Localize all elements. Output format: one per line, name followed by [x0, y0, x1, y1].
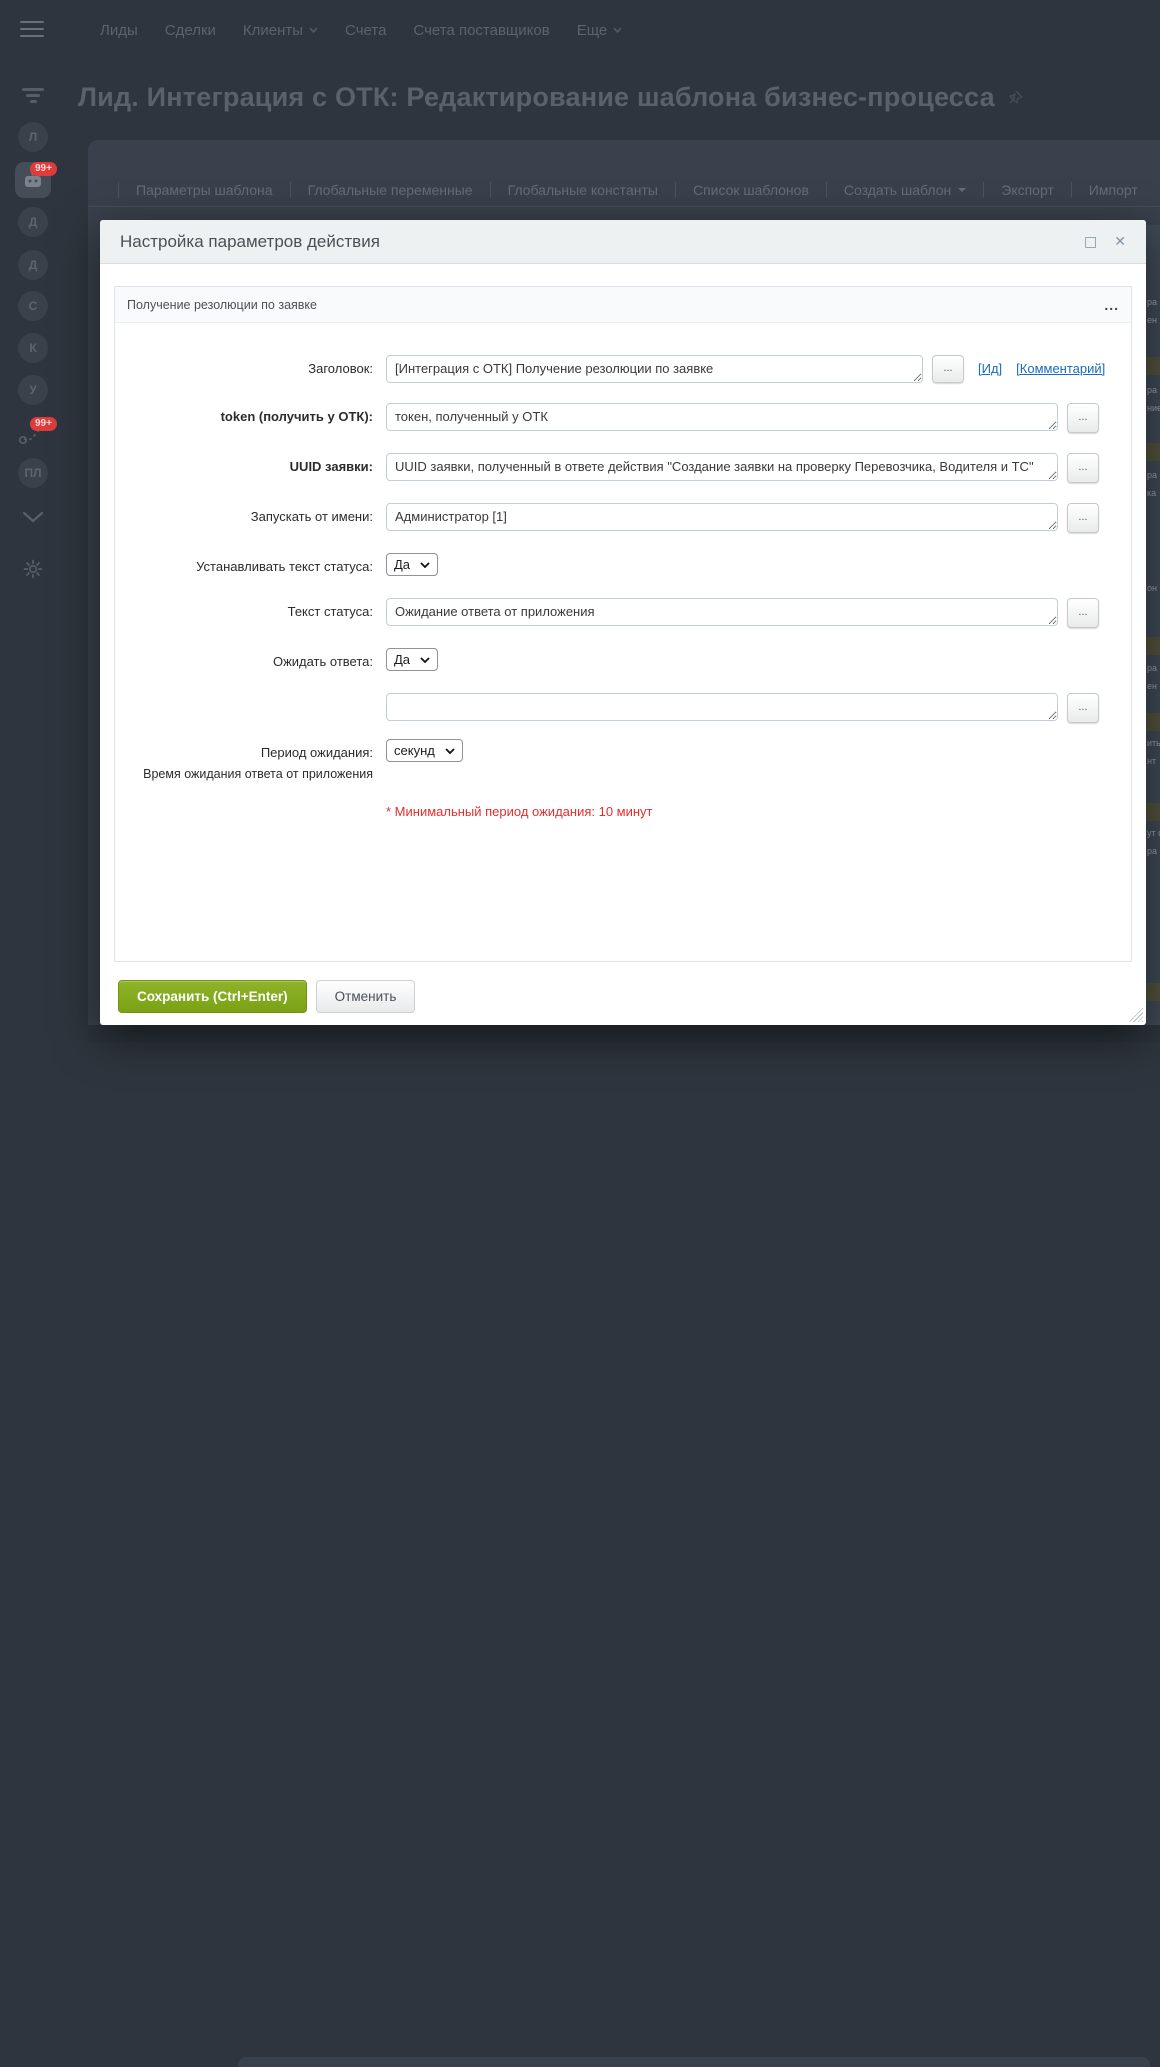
field-label-empty	[115, 693, 373, 699]
sidebar-avatar[interactable]: Д	[18, 207, 48, 237]
more-options-icon[interactable]: ...	[1104, 298, 1119, 312]
tab-export[interactable]: Экспорт	[983, 181, 1071, 198]
value-picker-button[interactable]: ...	[1067, 693, 1099, 723]
chevron-down-icon	[309, 27, 318, 33]
action-form: Заголовок: [Интеграция с ОТК] Получение …	[115, 323, 1131, 819]
crm-funnel-icon[interactable]	[22, 88, 44, 106]
page-title: Лид. Интеграция с ОТК: Редактирование ша…	[78, 82, 1100, 113]
field-label: Устанавливать текст статуса:	[196, 559, 373, 574]
title-input[interactable]: [Интеграция с ОТК] Получение резолюции п…	[386, 355, 923, 383]
form-row-token: token (получить у ОТК): токен, полученны…	[115, 403, 1131, 433]
form-row-wait-value: ...	[115, 693, 1131, 723]
notification-badge: 99+	[30, 162, 57, 176]
cancel-button[interactable]: Отменить	[315, 980, 416, 1013]
dialog-header: Настройка параметров действия □ ✕	[100, 220, 1146, 264]
close-icon[interactable]: ✕	[1114, 235, 1126, 249]
form-row-wait-reply: Ожидать ответа: Да	[115, 648, 1131, 671]
topnav-item-more[interactable]: Еще	[577, 22, 623, 39]
tab-template-list[interactable]: Список шаблонов	[674, 181, 826, 198]
chevron-down-icon	[958, 187, 967, 192]
field-sublabel: Время ожидания ответа от приложения	[143, 766, 373, 781]
tab-global-constants[interactable]: Глобальные константы	[489, 181, 675, 198]
action-section-header: Получение резолюции по заявке ...	[115, 287, 1131, 323]
form-row-run-as: Запускать от имени: Администратор [1] ..…	[115, 503, 1131, 533]
field-label: Ожидать ответа:	[272, 654, 373, 669]
notification-badge: 99+	[30, 417, 57, 431]
form-row-title: Заголовок: [Интеграция с ОТК] Получение …	[115, 355, 1131, 383]
dialog-footer: Сохранить (Ctrl+Enter) Отменить	[118, 980, 416, 1013]
chevron-down-icon	[613, 27, 622, 33]
token-input[interactable]: токен, полученный у ОТК	[386, 403, 1058, 431]
tab-create-template[interactable]: Создать шаблон	[825, 181, 983, 198]
dialog-title: Настройка параметров действия	[120, 231, 380, 251]
value-picker-button[interactable]: ...	[1067, 453, 1099, 483]
template-editor-tabs: Параметры шаблона Глобальные переменные …	[88, 173, 1160, 207]
action-settings-dialog: Настройка параметров действия □ ✕ Получе…	[100, 220, 1146, 1025]
field-label: Заголовок:	[308, 361, 373, 376]
form-row-status-text: Текст статуса: Ожидание ответа от прилож…	[115, 598, 1131, 628]
field-label: Период ожидания: Время ожидания ответа о…	[115, 739, 373, 782]
tab-template-parameters[interactable]: Параметры шаблона	[118, 181, 290, 198]
chevron-down-icon	[420, 561, 430, 568]
field-label: Запускать от имени:	[250, 509, 373, 524]
value-picker-button[interactable]: ...	[1067, 598, 1099, 628]
uuid-input[interactable]: UUID заявки, полученный в ответе действи…	[386, 453, 1058, 481]
wait-value-input[interactable]	[386, 693, 1058, 721]
value-picker-button[interactable]: ...	[932, 355, 964, 383]
tab-import[interactable]: Импорт	[1070, 181, 1156, 198]
action-panel: Получение резолюции по заявке ... Заголо…	[114, 286, 1132, 962]
set-status-select[interactable]: Да	[386, 553, 439, 576]
form-row-set-status: Устанавливать текст статуса: Да	[115, 553, 1131, 576]
pin-icon[interactable]	[1007, 90, 1023, 106]
chevron-down-icon	[420, 656, 430, 663]
left-sidebar: Л 99+ Д Д С К У 99+ ПЛ	[0, 60, 66, 1042]
topnav-item-invoices[interactable]: Счета	[345, 22, 386, 39]
form-row-wait-period: Период ожидания: Время ожидания ответа о…	[115, 739, 1131, 782]
save-button[interactable]: Сохранить (Ctrl+Enter)	[118, 980, 307, 1013]
run-as-input[interactable]: Администратор [1]	[386, 503, 1058, 531]
topnav-item-deals[interactable]: Сделки	[165, 22, 216, 39]
sidebar-avatar[interactable]: ПЛ	[18, 458, 48, 488]
comment-link[interactable]: [Комментарий]	[1016, 355, 1105, 376]
wait-reply-select[interactable]: Да	[386, 648, 439, 671]
sidebar-avatar[interactable]: С	[18, 291, 48, 321]
wait-period-select[interactable]: секунд	[386, 739, 463, 762]
field-label: token (получить у ОТК):	[220, 409, 373, 424]
background-workflow-sliver: ра ен ра ние ра ка он ра ен ить нт ут с …	[1146, 225, 1160, 1025]
settings-gear-icon[interactable]	[22, 558, 44, 585]
background-strip	[88, 1025, 1160, 2067]
topnav-item-leads[interactable]: Лиды	[100, 22, 138, 39]
sidebar-avatar[interactable]: К	[18, 333, 48, 363]
minimum-period-note: * Минимальный период ожидания: 10 минут	[386, 804, 653, 820]
action-name: Получение резолюции по заявке	[127, 297, 317, 312]
status-text-input[interactable]: Ожидание ответа от приложения	[386, 598, 1058, 626]
sidebar-avatar[interactable]: Л	[18, 122, 48, 152]
sidebar-avatar[interactable]: Д	[18, 250, 48, 280]
value-picker-button[interactable]: ...	[1067, 403, 1099, 433]
sidebar-avatar[interactable]: У	[18, 375, 48, 405]
topnav-item-vendor-invoices[interactable]: Счета поставщиков	[413, 22, 549, 39]
form-row-uuid: UUID заявки: UUID заявки, полученный в о…	[115, 453, 1131, 483]
maximize-icon[interactable]: □	[1084, 235, 1097, 249]
field-label: Текст статуса:	[287, 604, 373, 619]
value-picker-button[interactable]: ...	[1067, 503, 1099, 533]
chevron-down-icon	[445, 747, 455, 754]
sidebar-collapse-chevron-icon[interactable]	[22, 510, 44, 528]
field-label: UUID заявки:	[289, 459, 373, 474]
tab-global-variables[interactable]: Глобальные переменные	[289, 181, 490, 198]
hamburger-menu-icon[interactable]	[20, 21, 44, 42]
id-link[interactable]: [Ид]	[978, 355, 1002, 376]
topnav-item-clients[interactable]: Клиенты	[243, 22, 318, 39]
top-navigation: Лиды Сделки Клиенты Счета Счета поставщи…	[88, 0, 1160, 60]
resize-handle[interactable]	[1128, 1007, 1143, 1022]
